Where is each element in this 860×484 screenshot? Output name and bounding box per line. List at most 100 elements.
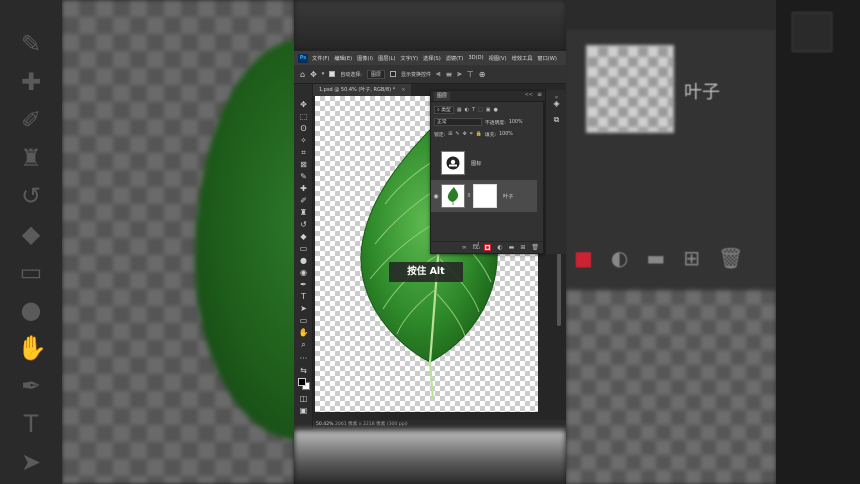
blurred-bottom-area bbox=[294, 430, 566, 484]
dodge-icon: ✋ bbox=[17, 334, 47, 362]
layer-mask-thumbnail[interactable] bbox=[473, 184, 497, 208]
dodge-icon[interactable]: ◉ bbox=[298, 268, 309, 278]
filter-shape-icon[interactable]: ⬚ bbox=[478, 107, 483, 113]
more-tools-icon[interactable]: ··· bbox=[298, 354, 309, 364]
blurred-layer-footer: ■ ◐ ▬ ⊞ 🗑 bbox=[566, 238, 776, 278]
foreground-color-swatch[interactable] bbox=[298, 378, 306, 386]
screen-mode-icon[interactable]: ▣ bbox=[298, 406, 309, 416]
add-mask-icon: ■ bbox=[574, 246, 593, 270]
quick-mask-icon[interactable]: ◫ bbox=[298, 394, 309, 404]
auto-select-label: 自动选择: bbox=[340, 71, 362, 78]
filter-adjustment-icon[interactable]: ◐ bbox=[465, 107, 469, 113]
zoom-level[interactable]: 50.42% bbox=[316, 422, 334, 427]
layer-thumbnail bbox=[441, 151, 465, 175]
lock-artboard-icon[interactable]: ⌗ bbox=[470, 131, 473, 137]
layer-filter-dropdown[interactable]: ⌕ 类型 bbox=[434, 106, 454, 114]
opacity-value[interactable]: 100% bbox=[509, 120, 523, 125]
pen-icon[interactable]: ✒ bbox=[298, 280, 309, 290]
swap-colors-icon[interactable]: ⇆ bbox=[298, 366, 309, 376]
layer-filter-value: 类型 bbox=[441, 108, 451, 113]
align-right-icon[interactable]: ⫸ bbox=[457, 69, 462, 79]
menu-layer[interactable]: 图层(L) bbox=[377, 55, 396, 62]
filter-pixel-icon[interactable]: ▦ bbox=[457, 107, 462, 113]
marquee-icon[interactable]: ⬚ bbox=[298, 112, 309, 122]
lock-position-icon[interactable]: ✥ bbox=[463, 131, 467, 137]
folder-icon: ▬ bbox=[646, 246, 666, 270]
document-tab[interactable]: 1.psd @ 50.4% (叶子, RGB/8) * × bbox=[313, 84, 412, 96]
layer-name: 叶子 bbox=[503, 193, 514, 200]
brush-icon[interactable]: ✐ bbox=[298, 196, 309, 206]
menu-plugins[interactable]: 增效工具 bbox=[511, 55, 534, 62]
lock-pixels-icon[interactable]: ✎ bbox=[455, 131, 459, 137]
menu-file[interactable]: 文件(F) bbox=[311, 55, 330, 62]
zoom-icon[interactable]: ⌕ bbox=[298, 340, 309, 350]
lock-all-icon[interactable]: 🔒 bbox=[476, 131, 482, 137]
filter-smart-icon[interactable]: ▣ bbox=[486, 107, 491, 113]
lock-transparency-icon[interactable]: ⊞ bbox=[448, 131, 452, 137]
menu-filter[interactable]: 滤镜(T) bbox=[445, 55, 465, 62]
path-select-icon[interactable]: ➤ bbox=[298, 304, 309, 314]
collapse-panel-icon[interactable]: << bbox=[525, 92, 533, 98]
move-tool-icon[interactable]: ✥ bbox=[310, 70, 317, 79]
alt-key-hint: 按住 Alt bbox=[389, 262, 463, 282]
align-top-icon[interactable]: ⊤ bbox=[467, 70, 474, 79]
menu-type[interactable]: 文字(Y) bbox=[399, 55, 419, 62]
healing-icon[interactable]: ✚ bbox=[298, 184, 309, 194]
quick-select-icon[interactable]: ✧ bbox=[298, 136, 309, 146]
menu-select[interactable]: 选择(S) bbox=[422, 55, 442, 62]
clone-stamp-icon[interactable]: ♜ bbox=[298, 208, 309, 218]
align-center-icon[interactable]: ≡ bbox=[446, 70, 453, 79]
home-icon[interactable]: ⌂ bbox=[300, 70, 305, 79]
menu-3d[interactable]: 3D(D) bbox=[467, 55, 484, 61]
hand-icon[interactable]: ✋ bbox=[298, 328, 309, 338]
layer-row-leaf[interactable]: ◉ 8 叶子 bbox=[431, 180, 537, 212]
blurred-panel-strip bbox=[776, 0, 860, 484]
align-middle-icon[interactable]: ⊕ bbox=[479, 70, 486, 79]
blend-mode-dropdown[interactable]: 正常 bbox=[434, 118, 482, 126]
options-bar: ⌂ ✥ ▾ 自动选择: 图层 显示变换控件 ⫷ ≡ ⫸ ⊤ ⊕ bbox=[294, 65, 566, 84]
menu-view[interactable]: 视图(V) bbox=[488, 55, 508, 62]
eye-icon[interactable]: ◉ bbox=[431, 193, 441, 200]
folder-icon[interactable]: ▬ bbox=[509, 244, 515, 251]
mask-link-icon[interactable]: 8 bbox=[465, 193, 473, 199]
round-logo-icon bbox=[446, 156, 460, 170]
auto-select-dropdown[interactable]: 图层 bbox=[366, 69, 385, 79]
blur-icon[interactable]: ● bbox=[298, 256, 309, 266]
menu-image[interactable]: 图像(I) bbox=[356, 55, 374, 62]
lock-fill-row: 锁定: ⊞ ✎ ✥ ⌗ 🔒 填充: 100% bbox=[434, 129, 542, 139]
healing-brush-icon: ✚ bbox=[20, 68, 42, 96]
filter-type-icon[interactable]: T bbox=[472, 107, 475, 113]
gradient-icon[interactable]: ▭ bbox=[298, 244, 309, 254]
add-mask-icon[interactable] bbox=[484, 244, 492, 251]
auto-select-checkbox[interactable] bbox=[329, 71, 336, 77]
align-left-icon[interactable]: ⫷ bbox=[436, 69, 441, 79]
blurred-top-area bbox=[294, 0, 566, 50]
rectangle-icon[interactable]: ▭ bbox=[298, 316, 309, 326]
frame-icon[interactable]: ⊠ bbox=[298, 160, 309, 170]
fill-label: 填充: bbox=[484, 132, 497, 138]
link-icon[interactable]: ∞ bbox=[462, 244, 467, 251]
filter-toggle-icon[interactable]: ● bbox=[493, 107, 497, 113]
lasso-icon[interactable]: ʘ bbox=[298, 124, 309, 134]
move-icon[interactable]: ✥ bbox=[298, 100, 309, 110]
fill-value[interactable]: 100% bbox=[499, 132, 513, 137]
layers-stack-icon[interactable]: ◈ bbox=[551, 98, 562, 109]
channels-icon[interactable]: ⧉ bbox=[551, 114, 562, 125]
new-layer-icon[interactable]: ⊞ bbox=[520, 244, 525, 251]
layers-panel-title[interactable]: 图层 bbox=[434, 92, 451, 101]
eraser-icon[interactable]: ◆ bbox=[298, 232, 309, 242]
close-icon[interactable]: × bbox=[401, 87, 405, 93]
menu-window[interactable]: 窗口(W) bbox=[536, 55, 558, 62]
panel-menu-icon[interactable]: ≡ bbox=[537, 91, 542, 98]
trash-icon[interactable]: 🗑 bbox=[531, 244, 539, 251]
menu-edit[interactable]: 编辑(E) bbox=[333, 55, 353, 62]
history-brush-icon[interactable]: ↺ bbox=[298, 220, 309, 230]
layer-row-icon[interactable]: 图标 bbox=[431, 147, 537, 179]
show-transform-checkbox[interactable] bbox=[390, 71, 396, 77]
adjustment-icon[interactable]: ◐ bbox=[497, 244, 502, 251]
blurred-backdrop-right: 叶子 ■ ◐ ▬ ⊞ 🗑 bbox=[566, 0, 860, 484]
crop-icon[interactable]: ⌗ bbox=[298, 148, 309, 158]
eyedropper-icon[interactable]: ✎ bbox=[298, 172, 309, 182]
dropdown-chevron-icon[interactable]: ▾ bbox=[322, 71, 325, 77]
type-icon[interactable]: T bbox=[298, 292, 309, 302]
